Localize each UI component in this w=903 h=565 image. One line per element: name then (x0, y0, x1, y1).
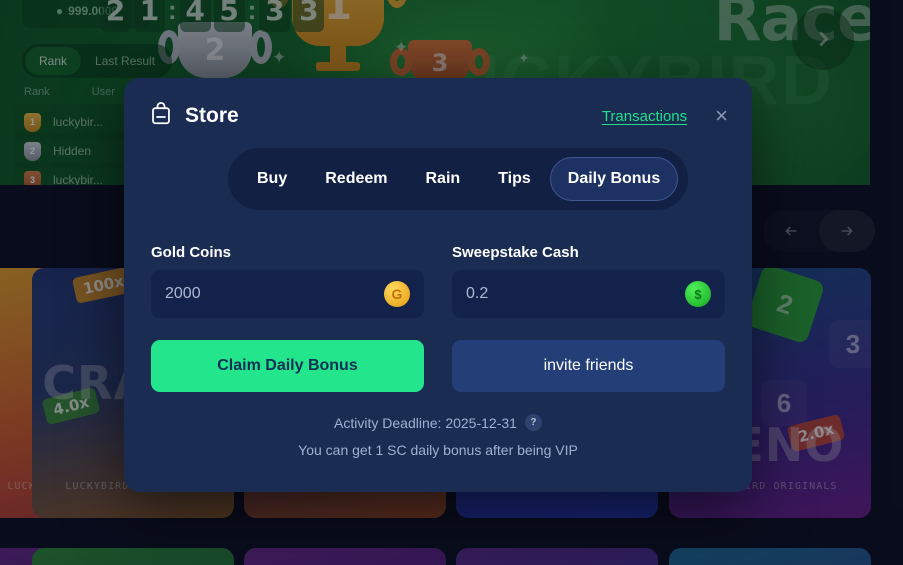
sweepstake-cash-field: Sweepstake Cash 0.2 $ (452, 244, 725, 318)
invite-friends-button[interactable]: invite friends (452, 340, 725, 392)
sweepstake-cash-value: 0.2 (466, 285, 489, 302)
money-bag-icon: $ (685, 281, 711, 307)
modal-header: Store Transactions × (150, 98, 728, 134)
help-icon[interactable]: ? (524, 414, 542, 431)
tab-rain[interactable]: Rain (406, 157, 479, 201)
transactions-link[interactable]: Transactions (602, 108, 687, 125)
store-tabs: Buy Redeem Rain Tips Daily Bonus (228, 148, 689, 210)
gold-coins-label: Gold Coins (151, 244, 231, 261)
activity-deadline-text: Activity Deadline: 2025-12-31 (334, 414, 517, 431)
shopping-bag-icon (150, 101, 172, 131)
modal-title-group: Store (150, 101, 239, 131)
bonus-fields: Gold Coins 2000 G Sweepstake Cash 0.2 $ (151, 244, 725, 318)
close-icon[interactable]: × (715, 105, 728, 127)
claim-daily-bonus-button[interactable]: Claim Daily Bonus (151, 340, 424, 392)
gold-coins-input[interactable]: 2000 G (151, 270, 424, 318)
modal-footnotes: Activity Deadline: 2025-12-31 ? You can … (124, 414, 752, 469)
sweepstake-cash-input[interactable]: 0.2 $ (452, 270, 725, 318)
tab-redeem[interactable]: Redeem (306, 157, 406, 201)
modal-header-actions: Transactions × (602, 105, 728, 127)
gold-coins-field: Gold Coins 2000 G (151, 244, 424, 318)
page-title: Store (185, 104, 239, 127)
modal-actions: Claim Daily Bonus invite friends (151, 340, 725, 392)
gold-coins-value: 2000 (165, 285, 201, 302)
tab-buy[interactable]: Buy (238, 157, 306, 201)
vip-note: You can get 1 SC daily bonus after being… (298, 442, 578, 458)
activity-deadline: Activity Deadline: 2025-12-31 ? (124, 414, 752, 431)
tab-daily-bonus[interactable]: Daily Bonus (549, 157, 679, 201)
gold-coin-icon: G (384, 281, 410, 307)
sweepstake-cash-label: Sweepstake Cash (452, 244, 579, 261)
store-modal: Store Transactions × Buy Redeem Rain Tip… (124, 78, 752, 492)
tab-tips[interactable]: Tips (479, 157, 550, 201)
